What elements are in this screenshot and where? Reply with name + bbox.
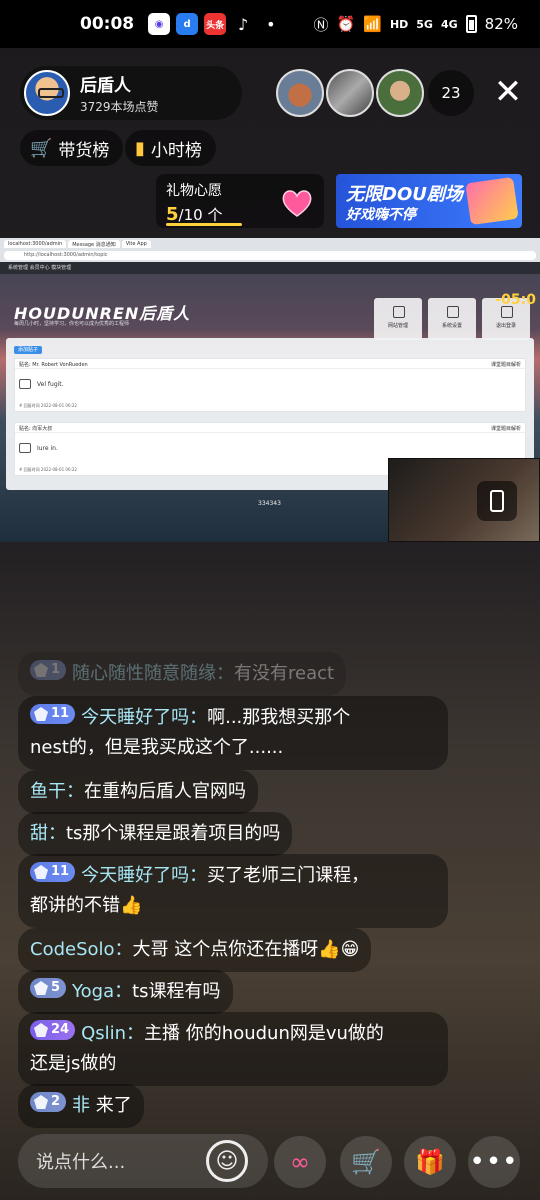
page-footer-number: 334343 xyxy=(258,500,281,507)
add-post-button[interactable]: 添加贴子 xyxy=(14,346,43,354)
smile-icon[interactable]: ☺ xyxy=(206,1140,248,1182)
browser-tab[interactable]: Vite App xyxy=(121,240,151,248)
bar-chart-icon: ▮ xyxy=(135,137,145,159)
promo-banner[interactable]: 无限DOU剧场 好戏嗨不停 xyxy=(336,174,522,228)
hourly-ranking-label: 小时榜 xyxy=(150,140,202,161)
browser-tab[interactable]: localhost:3000/admin xyxy=(4,240,67,248)
hourly-ranking-button[interactable]: ▮ 小时榜 xyxy=(125,130,216,166)
viewer-avatar[interactable] xyxy=(326,69,374,117)
fan-level-badge: 5 xyxy=(30,978,67,998)
viewer-avatar[interactable] xyxy=(276,69,324,117)
chat-list[interactable]: 1 随心随性随意随缘：有没有react 11 今天睡好了吗：啊...那我想买那个 ne… xyxy=(0,652,540,1128)
clock: 00:08 xyxy=(80,14,135,34)
browser-tab[interactable]: Message 消息通知 xyxy=(68,240,120,248)
nfc-icon: Ⓝ xyxy=(313,15,329,34)
app-notification-icon: d xyxy=(176,13,199,35)
chat-message: 24 Qslin：主播 你的houdun网是vu做的 还是js做的 xyxy=(18,1012,448,1086)
app-notification-icon: ◉ xyxy=(148,13,171,35)
host-card[interactable]: 后盾人 3729本场点赞 xyxy=(20,66,242,120)
fan-level-badge: 1 xyxy=(30,660,67,680)
system-settings-button[interactable]: 系统设置 xyxy=(428,298,476,340)
cart-ranking-button[interactable]: 🛒 带货榜 xyxy=(20,130,124,166)
close-icon[interactable]: ✕ xyxy=(492,75,524,109)
wifi-icon: 📶 xyxy=(363,15,382,33)
chat-message: 2非 来了 xyxy=(18,1084,144,1128)
fan-level-badge: 2 xyxy=(30,1092,67,1112)
site-subtitle: 每周几小时，坚持学习，你也可以成为优秀的工程师 xyxy=(14,321,130,327)
post-card[interactable]: 贴名: Mr. Robert VonRueden 课堂题目解析 Vel fugit… xyxy=(14,358,526,412)
viewer-count[interactable]: 23 xyxy=(428,70,474,116)
viewer-avatar[interactable] xyxy=(376,69,424,117)
post-icon xyxy=(19,443,31,453)
battery-level: 82% xyxy=(484,15,518,33)
fan-level-badge: 11 xyxy=(30,704,76,724)
cart-ranking-label: 带货榜 xyxy=(58,140,110,161)
fan-level-badge: 11 xyxy=(30,862,76,882)
chat-message: 甜：ts那个课程是跟着项目的吗 xyxy=(18,812,293,856)
fan-level-badge: 24 xyxy=(30,1020,76,1040)
cart-icon: 🛒 xyxy=(30,137,53,159)
chat-message: 11 今天睡好了吗：啊...那我想买那个 nest的，但是我买成这个了...... xyxy=(18,696,448,770)
chat-message: CodeSolo：大哥 这个点你还在播呀👍😁 xyxy=(18,928,372,972)
battery-icon xyxy=(465,15,477,33)
promo-title: 无限DOU剧场 xyxy=(346,184,463,205)
timer: -05:0 xyxy=(495,292,536,308)
site-manage-button[interactable]: 网站管理 xyxy=(374,298,422,340)
promo-subtitle: 好戏嗨不停 xyxy=(346,207,416,223)
hd-icon: HD xyxy=(389,17,409,31)
link-icon[interactable]: ∞ xyxy=(274,1136,326,1188)
host-avatar[interactable] xyxy=(24,70,70,116)
webcam-overlay xyxy=(388,458,540,542)
status-bar: 00:08 ◉ d 头条 ♪ • Ⓝ ⏰ 📶 HD 5G 4G 82% xyxy=(0,0,540,48)
more-icon[interactable]: ••• xyxy=(468,1136,520,1188)
chat-message: 鱼干：在重构后盾人官网吗 xyxy=(18,770,258,814)
bookmarks-bar: 系统管理 会员中心 模块管理 xyxy=(0,262,540,274)
tiktok-icon: ♪ xyxy=(238,14,249,34)
bottom-bar: 说点什么... ☺ ∞ 🛒 🎁 ••• xyxy=(0,1130,540,1200)
chat-message: 1 随心随性随意随缘：有没有react xyxy=(18,652,347,696)
live-stream-view[interactable]: localhost:3000/admin Message 消息通知 Vite A… xyxy=(0,238,540,542)
dot-icon: • xyxy=(266,14,276,34)
signal-5g-icon: 5G xyxy=(416,17,433,31)
browser-chrome: localhost:3000/admin Message 消息通知 Vite A… xyxy=(0,238,540,262)
host-name: 后盾人 xyxy=(80,76,131,96)
promo-illustration xyxy=(465,176,519,226)
gift-wish-progress-bar xyxy=(166,223,242,226)
post-icon xyxy=(19,379,31,389)
chat-message: 11 今天睡好了吗：买了老师三门课程， 都讲的不错👍 xyxy=(18,854,448,928)
rotate-screen-icon[interactable] xyxy=(477,481,517,521)
address-bar[interactable]: http://localhost:3000/admin/topic xyxy=(4,251,536,260)
alarm-icon: ⏰ xyxy=(336,15,356,33)
host-likes: 3729本场点赞 xyxy=(80,100,159,114)
toutiao-icon: 头条 xyxy=(204,13,227,35)
signal-4g-icon: 4G xyxy=(440,17,458,31)
gift-icon[interactable]: 🎁 xyxy=(404,1136,456,1188)
heart-icon xyxy=(282,190,312,217)
chat-message: 5 Yoga：ts课程有吗 xyxy=(18,970,233,1014)
cart-icon[interactable]: 🛒 xyxy=(340,1136,392,1188)
